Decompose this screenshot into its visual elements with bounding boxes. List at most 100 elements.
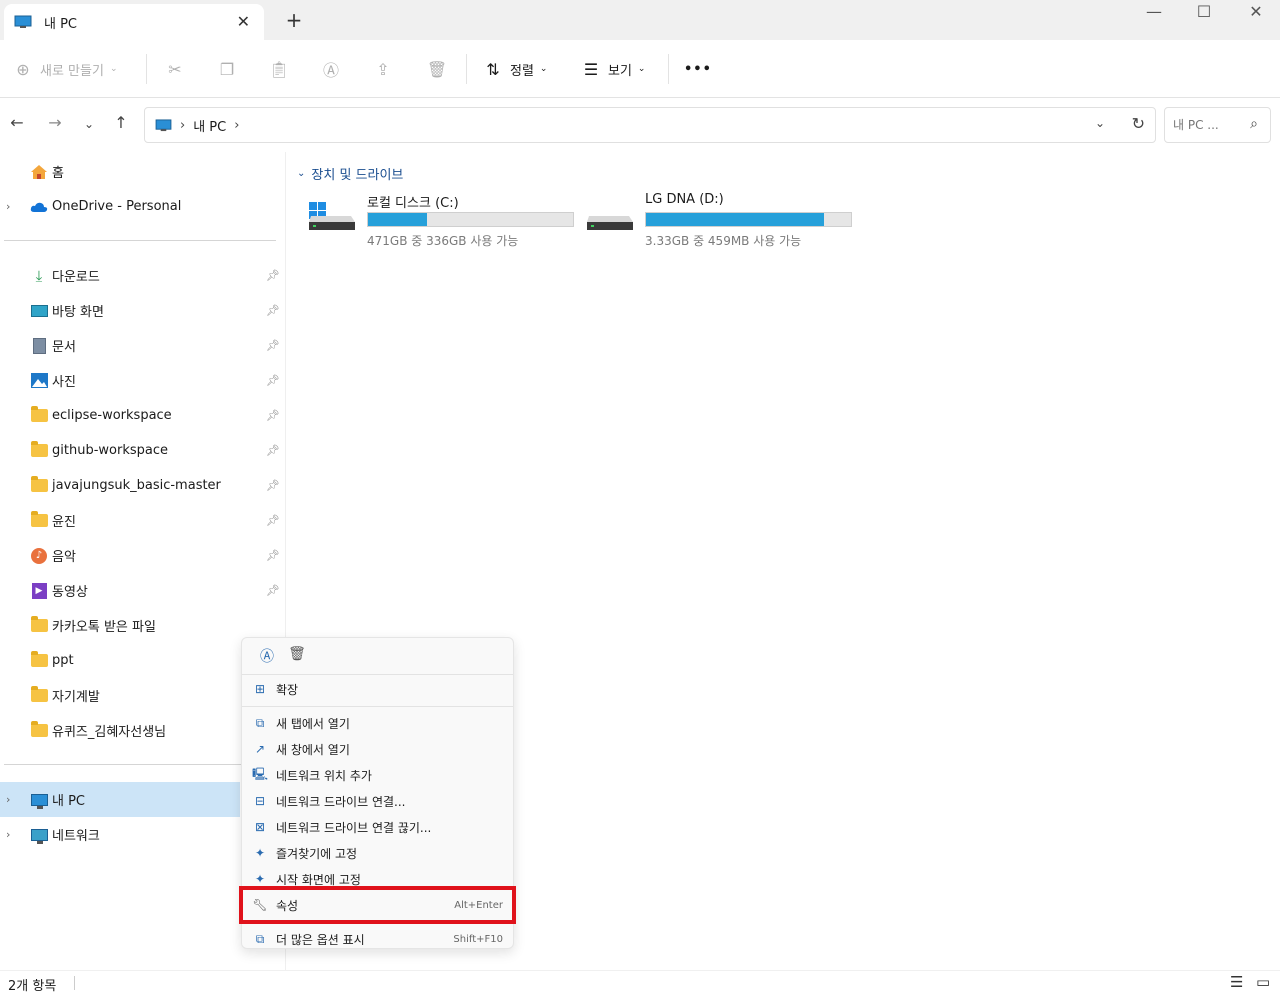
- view-button-label: 보기: [608, 63, 632, 79]
- menu-divider: [242, 706, 513, 707]
- chevron-right-icon[interactable]: ›: [6, 200, 10, 213]
- chevron-right-icon[interactable]: ›: [6, 793, 10, 806]
- pin-icon[interactable]: 📌︎: [266, 549, 280, 562]
- sidebar-item-music[interactable]: ♪ 음악 📌︎: [0, 538, 280, 573]
- rename-icon[interactable]: Ⓐ: [252, 646, 282, 666]
- pin-icon[interactable]: 📌︎: [266, 409, 280, 422]
- tab-this-pc[interactable]: 내 PC ✕: [4, 4, 264, 40]
- menu-item-map-network-drive[interactable]: ⊟ 네트워크 드라이브 연결...: [242, 788, 513, 814]
- menu-item-pin-quick-access[interactable]: ✦ 즐겨찾기에 고정: [242, 840, 513, 866]
- share-button[interactable]: ⇪: [372, 56, 394, 82]
- address-bar[interactable]: › 내 PC › ⌄ ↻: [144, 107, 1156, 143]
- home-icon: [30, 164, 48, 180]
- menu-item-add-network-location[interactable]: 🖳︎ 네트워크 위치 추가: [242, 762, 513, 788]
- sidebar-item-home[interactable]: 홈: [0, 154, 280, 189]
- close-tab-icon[interactable]: ✕: [237, 12, 250, 31]
- pin-icon[interactable]: 📌︎: [266, 269, 280, 282]
- menu-item-disconnect-network-drive[interactable]: ⊠ 네트워크 드라이브 연결 끊기...: [242, 814, 513, 840]
- sidebar-item-kakaotalk[interactable]: 카카오톡 받은 파일: [0, 608, 280, 643]
- desktop-icon: [30, 303, 48, 319]
- group-header-devices[interactable]: ⌄ 장치 및 드라이브: [297, 164, 403, 183]
- video-icon: ▶: [30, 582, 48, 599]
- breadcrumb-chevron-icon[interactable]: ›: [234, 118, 239, 133]
- drive-c[interactable]: 로컬 디스크 (C:) 471GB 중 336GB 사용 가능: [307, 190, 577, 250]
- new-window-icon: ↗: [254, 742, 266, 756]
- sidebar-item-pictures[interactable]: 사진 📌︎: [0, 363, 280, 398]
- sidebar-item-label: 사진: [52, 375, 76, 390]
- sidebar-item-network[interactable]: › 네트워크: [0, 817, 280, 852]
- folder-icon: [30, 511, 48, 529]
- breadcrumb-this-pc[interactable]: 내 PC: [193, 116, 226, 135]
- trash-icon[interactable]: 🗑︎: [282, 646, 312, 666]
- address-dropdown-icon[interactable]: ⌄: [1095, 116, 1105, 130]
- drive-usage-fill: [368, 213, 428, 226]
- copy-button[interactable]: ❐: [216, 56, 238, 82]
- sidebar-item-onedrive[interactable]: › OneDrive - Personal: [0, 189, 280, 224]
- sidebar-item-label: 문서: [52, 340, 76, 355]
- sidebar-item-self-development[interactable]: 자기계발: [0, 678, 280, 713]
- search-icon[interactable]: ⌕: [1250, 116, 1258, 132]
- pin-icon[interactable]: 📌︎: [266, 304, 280, 317]
- pin-icon[interactable]: 📌︎: [266, 514, 280, 527]
- sidebar-item-downloads[interactable]: ⤓ 다운로드 📌︎: [0, 258, 280, 293]
- menu-item-open-new-window[interactable]: ↗ 새 창에서 열기: [242, 736, 513, 762]
- new-tab-button[interactable]: +: [282, 8, 306, 32]
- pin-icon[interactable]: 📌︎: [266, 479, 280, 492]
- sidebar-item-videos[interactable]: ▶ 동영상 📌︎: [0, 573, 280, 608]
- chevron-right-icon[interactable]: ›: [6, 828, 10, 841]
- folder-icon: [30, 651, 48, 669]
- sidebar-item-github-workspace[interactable]: github-workspace 📌︎: [0, 433, 280, 468]
- sidebar-item-javajungsuk[interactable]: javajungsuk_basic-master 📌︎: [0, 468, 280, 503]
- close-window-button[interactable]: ✕: [1236, 2, 1276, 21]
- menu-divider: [242, 674, 513, 675]
- view-button[interactable]: ☰ 보기 ⌄: [580, 56, 646, 82]
- rename-button[interactable]: Ⓐ: [320, 56, 342, 82]
- search-input[interactable]: [1173, 118, 1243, 132]
- pin-icon[interactable]: 📌︎: [266, 374, 280, 387]
- maximize-button[interactable]: ☐: [1184, 2, 1224, 21]
- tiles-view-icon[interactable]: ▭: [1256, 973, 1270, 991]
- sidebar-item-yunjin[interactable]: 윤진 📌︎: [0, 503, 280, 538]
- toolbar-divider: [466, 54, 467, 84]
- sidebar-item-youquiz[interactable]: 유퀴즈_김혜자선생님: [0, 713, 280, 748]
- menu-item-label: 네트워크 드라이브 연결...: [276, 794, 406, 809]
- menu-item-label: 새 창에서 열기: [276, 742, 350, 757]
- details-view-icon[interactable]: ☰: [1230, 973, 1243, 991]
- more-options-button[interactable]: •••: [684, 56, 712, 82]
- new-button-label: 새로 만들기: [40, 63, 104, 79]
- pin-icon: ✦: [254, 846, 266, 860]
- clipboard-icon: 📋︎: [268, 59, 290, 79]
- sidebar-item-label: 바탕 화면: [52, 305, 104, 320]
- share-icon: ⇪: [376, 59, 390, 79]
- drive-d[interactable]: LG DNA (D:) 3.33GB 중 459MB 사용 가능: [585, 190, 855, 250]
- refresh-icon[interactable]: ↻: [1132, 114, 1145, 133]
- windows-drive-icon: [309, 202, 355, 230]
- toolbar-divider: [668, 54, 669, 84]
- sort-button[interactable]: ⇅ 정렬 ⌄: [482, 56, 547, 82]
- menu-item-show-more-options[interactable]: ⧉ 더 많은 옵션 표시 Shift+F10: [242, 926, 513, 952]
- pin-icon[interactable]: 📌︎: [266, 444, 280, 457]
- new-button[interactable]: ⊕ 새로 만들기 ⌄: [12, 56, 117, 82]
- sidebar-item-eclipse-workspace[interactable]: eclipse-workspace 📌︎: [0, 398, 280, 433]
- delete-button[interactable]: 🗑︎: [426, 56, 448, 82]
- sidebar-item-this-pc[interactable]: › 내 PC: [0, 782, 240, 817]
- sidebar-item-ppt[interactable]: ppt: [0, 643, 280, 678]
- drive-usage-bar: [645, 212, 852, 227]
- search-box[interactable]: ⌕: [1164, 107, 1271, 143]
- sidebar-item-label: 카카오톡 받은 파일: [52, 620, 156, 635]
- sort-icon: ⇅: [486, 59, 500, 79]
- pin-icon[interactable]: 📌︎: [266, 339, 280, 352]
- menu-item-expand[interactable]: ⊞ 확장: [242, 676, 513, 702]
- back-arrow-icon[interactable]: ←: [6, 113, 28, 132]
- up-arrow-icon[interactable]: ↑: [110, 113, 132, 132]
- sidebar-item-documents[interactable]: 문서 📌︎: [0, 328, 280, 363]
- recent-locations-icon[interactable]: ⌄: [78, 117, 100, 131]
- menu-item-open-new-tab[interactable]: ⧉ 새 탭에서 열기: [242, 710, 513, 736]
- cut-button[interactable]: ✂: [164, 56, 186, 82]
- view-list-icon: ☰: [583, 59, 599, 79]
- paste-button[interactable]: 📋︎: [268, 56, 290, 82]
- pin-icon[interactable]: 📌︎: [266, 584, 280, 597]
- sidebar-item-desktop[interactable]: 바탕 화면 📌︎: [0, 293, 280, 328]
- forward-arrow-icon[interactable]: →: [44, 113, 66, 132]
- minimize-button[interactable]: —: [1134, 2, 1174, 21]
